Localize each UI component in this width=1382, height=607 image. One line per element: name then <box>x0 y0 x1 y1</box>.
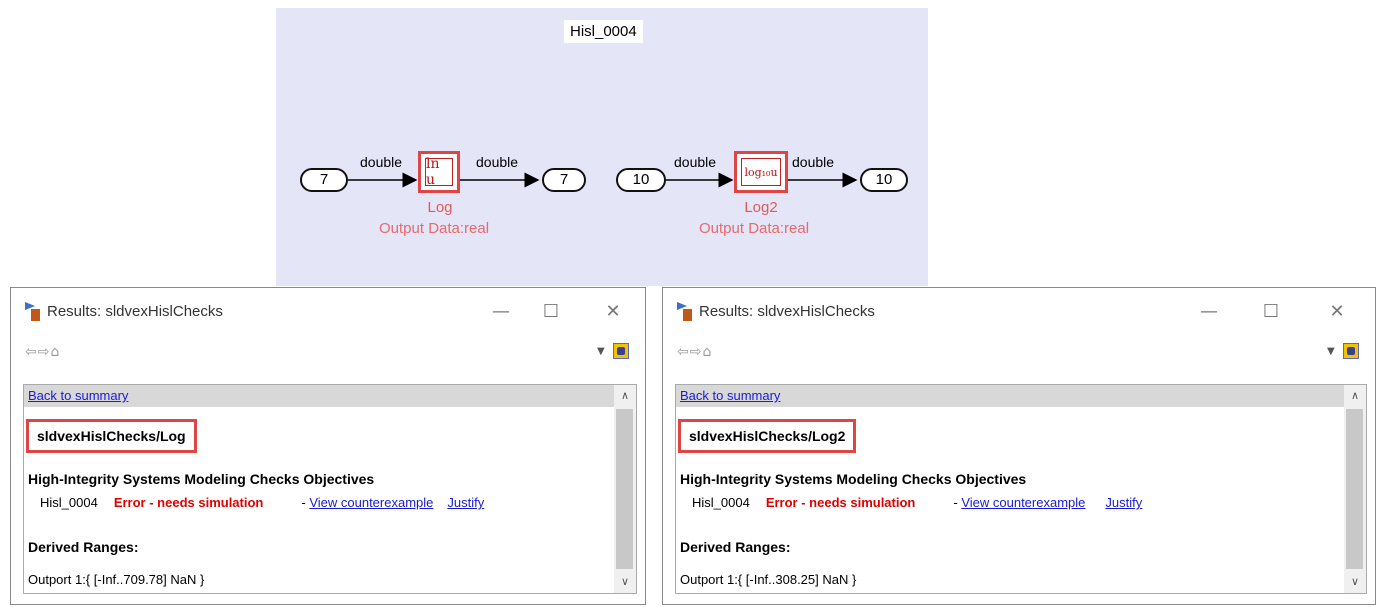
objective-status: Error - needs simulation <box>113 495 264 510</box>
outport-block-2[interactable]: 10 <box>860 168 908 192</box>
dock-window-icon[interactable] <box>613 343 629 359</box>
block-path: sldvexHislChecks/Log2 <box>678 419 857 453</box>
objective-row: Hisl_0004 Error - needs simulation - View … <box>40 495 484 510</box>
window-titlebar[interactable]: Results: sldvexHislChecks — ☐ ✕ <box>663 288 1375 336</box>
results-content: Back to summary sldvexHislChecks/Log Hig… <box>23 384 637 594</box>
scroll-thumb[interactable] <box>1346 409 1363 569</box>
scroll-thumb[interactable] <box>616 409 633 569</box>
scroll-up-icon[interactable]: ∧ <box>1344 385 1366 407</box>
signal-lines <box>348 172 858 188</box>
justify-link[interactable]: Justify <box>1105 495 1142 510</box>
log-block[interactable]: ln u <box>418 151 460 193</box>
inport-block-1[interactable]: 7 <box>300 168 348 192</box>
vertical-scrollbar[interactable]: ∧ ∨ <box>614 385 636 593</box>
derived-ranges-heading: Derived Ranges: <box>28 539 139 555</box>
close-button[interactable]: ✕ <box>593 298 633 326</box>
back-to-summary-link[interactable]: Back to summary <box>28 388 128 403</box>
back-bar: Back to summary <box>24 385 614 407</box>
scroll-up-icon[interactable]: ∧ <box>614 385 636 407</box>
model-canvas[interactable]: Hisl_0004 7 double ln u double 7 Log Out… <box>276 8 928 286</box>
back-forward-home-icons[interactable]: ⇦⇨⌂ <box>677 344 712 360</box>
derived-ranges-heading: Derived Ranges: <box>680 539 791 555</box>
inport-block-2[interactable]: 10 <box>616 168 666 192</box>
log2-block-symbol: log₁₀u <box>741 158 781 186</box>
block-path: sldvexHislChecks/Log <box>26 419 197 453</box>
derived-range-value: Outport 1:{ [-Inf..709.78] NaN } <box>28 572 205 587</box>
dropdown-arrow-icon[interactable]: ▼ <box>1327 346 1335 357</box>
log-block-symbol: ln u <box>425 156 453 188</box>
dock-window-icon[interactable] <box>1343 343 1359 359</box>
window-title: Results: sldvexHislChecks <box>47 303 223 320</box>
window-title: Results: sldvexHislChecks <box>699 303 875 320</box>
results-window-log: Results: sldvexHislChecks — ☐ ✕ ⇦⇨⌂ ▼ Ba… <box>10 287 646 605</box>
log2-block-annotation: Output Data:real <box>699 220 810 237</box>
maximize-button[interactable]: ☐ <box>531 298 571 326</box>
objective-id: Hisl_0004 <box>692 495 750 510</box>
objective-id: Hisl_0004 <box>40 495 98 510</box>
justify-link[interactable]: Justify <box>447 495 484 510</box>
window-titlebar[interactable]: Results: sldvexHislChecks — ☐ ✕ <box>11 288 645 336</box>
signal-type-label: double <box>360 154 403 170</box>
derived-range-value: Outport 1:{ [-Inf..308.25] NaN } <box>680 572 857 587</box>
navigation-toolbar: ⇦⇨⌂ ▼ <box>11 338 645 368</box>
maximize-button[interactable]: ☐ <box>1251 298 1291 326</box>
back-bar: Back to summary <box>676 385 1344 407</box>
log2-block[interactable]: log₁₀u <box>734 151 788 193</box>
objectives-heading: High-Integrity Systems Modeling Checks O… <box>680 471 1027 487</box>
navigation-toolbar: ⇦⇨⌂ ▼ <box>663 338 1375 368</box>
log2-block-name: Log2 <box>744 199 778 216</box>
results-content: Back to summary sldvexHislChecks/Log2 Hi… <box>675 384 1367 594</box>
vertical-scrollbar[interactable]: ∧ ∨ <box>1344 385 1366 593</box>
signal-type-label: double <box>792 154 835 170</box>
signal-type-label: double <box>476 154 519 170</box>
minimize-button[interactable]: — <box>481 298 521 326</box>
scroll-down-icon[interactable]: ∨ <box>614 571 636 593</box>
results-window-log2: Results: sldvexHislChecks — ☐ ✕ ⇦⇨⌂ ▼ Ba… <box>662 287 1376 605</box>
outport-block-1[interactable]: 7 <box>542 168 586 192</box>
objective-status: Error - needs simulation <box>765 495 916 510</box>
objective-row: Hisl_0004 Error - needs simulation - View … <box>692 495 1142 510</box>
log-block-annotation: Output Data:real <box>379 220 490 237</box>
objectives-heading: High-Integrity Systems Modeling Checks O… <box>28 471 375 487</box>
signal-type-label: double <box>674 154 717 170</box>
back-forward-home-icons[interactable]: ⇦⇨⌂ <box>25 344 60 360</box>
log-block-name: Log <box>427 199 453 216</box>
view-counterexample-link[interactable]: View counterexample <box>309 495 433 510</box>
dropdown-arrow-icon[interactable]: ▼ <box>597 346 605 357</box>
view-counterexample-link[interactable]: View counterexample <box>961 495 1085 510</box>
design-verifier-icon <box>25 302 40 321</box>
scroll-down-icon[interactable]: ∨ <box>1344 571 1366 593</box>
minimize-button[interactable]: — <box>1189 298 1229 326</box>
design-verifier-icon <box>677 302 692 321</box>
close-button[interactable]: ✕ <box>1317 298 1357 326</box>
back-to-summary-link[interactable]: Back to summary <box>680 388 780 403</box>
